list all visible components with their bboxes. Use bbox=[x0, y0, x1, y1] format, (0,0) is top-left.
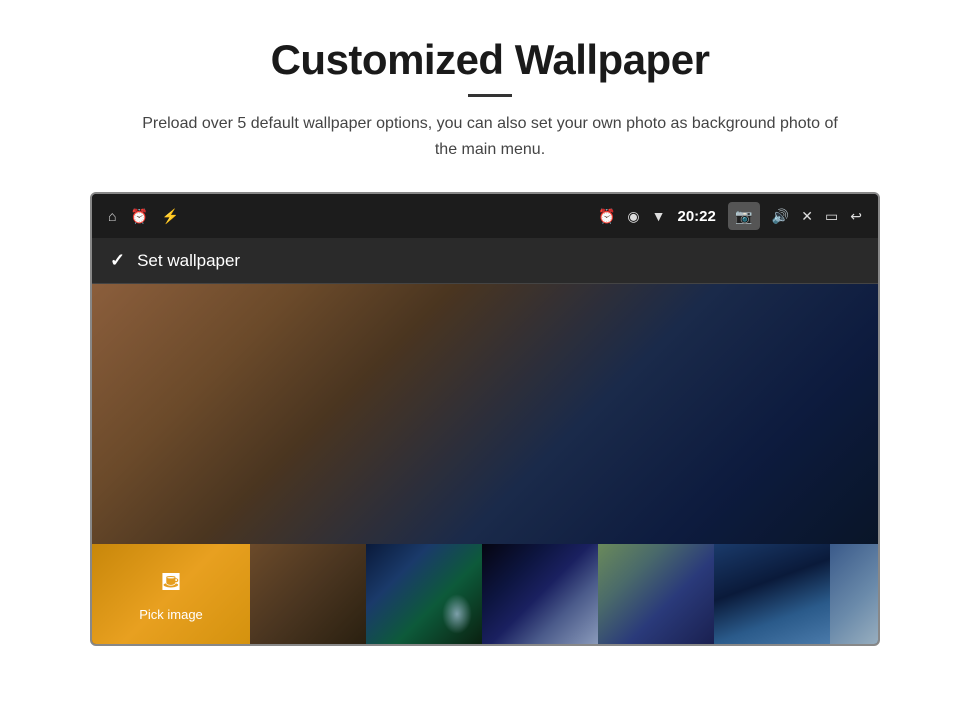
thumbnail-strip: ⛾ Pick image bbox=[92, 544, 878, 644]
status-left: ⌂ ⏰ ⚡ bbox=[108, 208, 179, 225]
camera-icon: 📷 bbox=[735, 208, 752, 225]
back-icon: ↩ bbox=[850, 208, 862, 225]
status-bar: ⌂ ⏰ ⚡ ⏰ ◉ ▼ 20:22 📷 🔊 ✕ ▭ ↩ bbox=[92, 194, 878, 238]
image-pick-icon: ⛾ bbox=[160, 566, 181, 601]
location-icon: ◉ bbox=[627, 208, 639, 225]
wallpaper-thumb-1[interactable] bbox=[250, 544, 366, 644]
pick-image-button[interactable]: ⛾ Pick image bbox=[92, 544, 250, 644]
wallpaper-thumb-3[interactable] bbox=[482, 544, 598, 644]
window-icon: ▭ bbox=[825, 208, 838, 225]
app-bar: ✓ Set wallpaper bbox=[92, 238, 878, 284]
home-icon: ⌂ bbox=[108, 208, 116, 224]
wallpaper-thumb-5[interactable] bbox=[714, 544, 830, 644]
pick-image-label: Pick image bbox=[139, 607, 203, 622]
title-divider bbox=[468, 94, 512, 97]
usb-icon: ⚡ bbox=[162, 208, 179, 225]
status-right: ⏰ ◉ ▼ 20:22 📷 🔊 ✕ ▭ ↩ bbox=[598, 202, 862, 230]
page-header: Customized Wallpaper Preload over 5 defa… bbox=[90, 0, 890, 174]
camera-button[interactable]: 📷 bbox=[728, 202, 760, 230]
wallpaper-preview bbox=[92, 284, 878, 544]
check-icon: ✓ bbox=[110, 250, 125, 271]
alarm2-icon: ⏰ bbox=[598, 208, 615, 225]
page-container: Customized Wallpaper Preload over 5 defa… bbox=[90, 0, 890, 646]
page-title: Customized Wallpaper bbox=[130, 36, 850, 84]
wifi-icon: ▼ bbox=[652, 208, 666, 224]
wallpaper-thumb-6[interactable] bbox=[830, 544, 878, 644]
page-subtitle: Preload over 5 default wallpaper options… bbox=[130, 111, 850, 162]
wallpaper-thumb-2[interactable] bbox=[366, 544, 482, 644]
device-screen: ⌂ ⏰ ⚡ ⏰ ◉ ▼ 20:22 📷 🔊 ✕ ▭ ↩ ✓ Set wallpa… bbox=[90, 192, 880, 646]
app-bar-title: Set wallpaper bbox=[137, 251, 240, 271]
alarm-icon: ⏰ bbox=[130, 208, 147, 225]
wallpaper-thumb-4[interactable] bbox=[598, 544, 714, 644]
status-time: 20:22 bbox=[677, 208, 715, 225]
close-icon: ✕ bbox=[801, 208, 813, 225]
volume-icon: 🔊 bbox=[772, 208, 789, 225]
